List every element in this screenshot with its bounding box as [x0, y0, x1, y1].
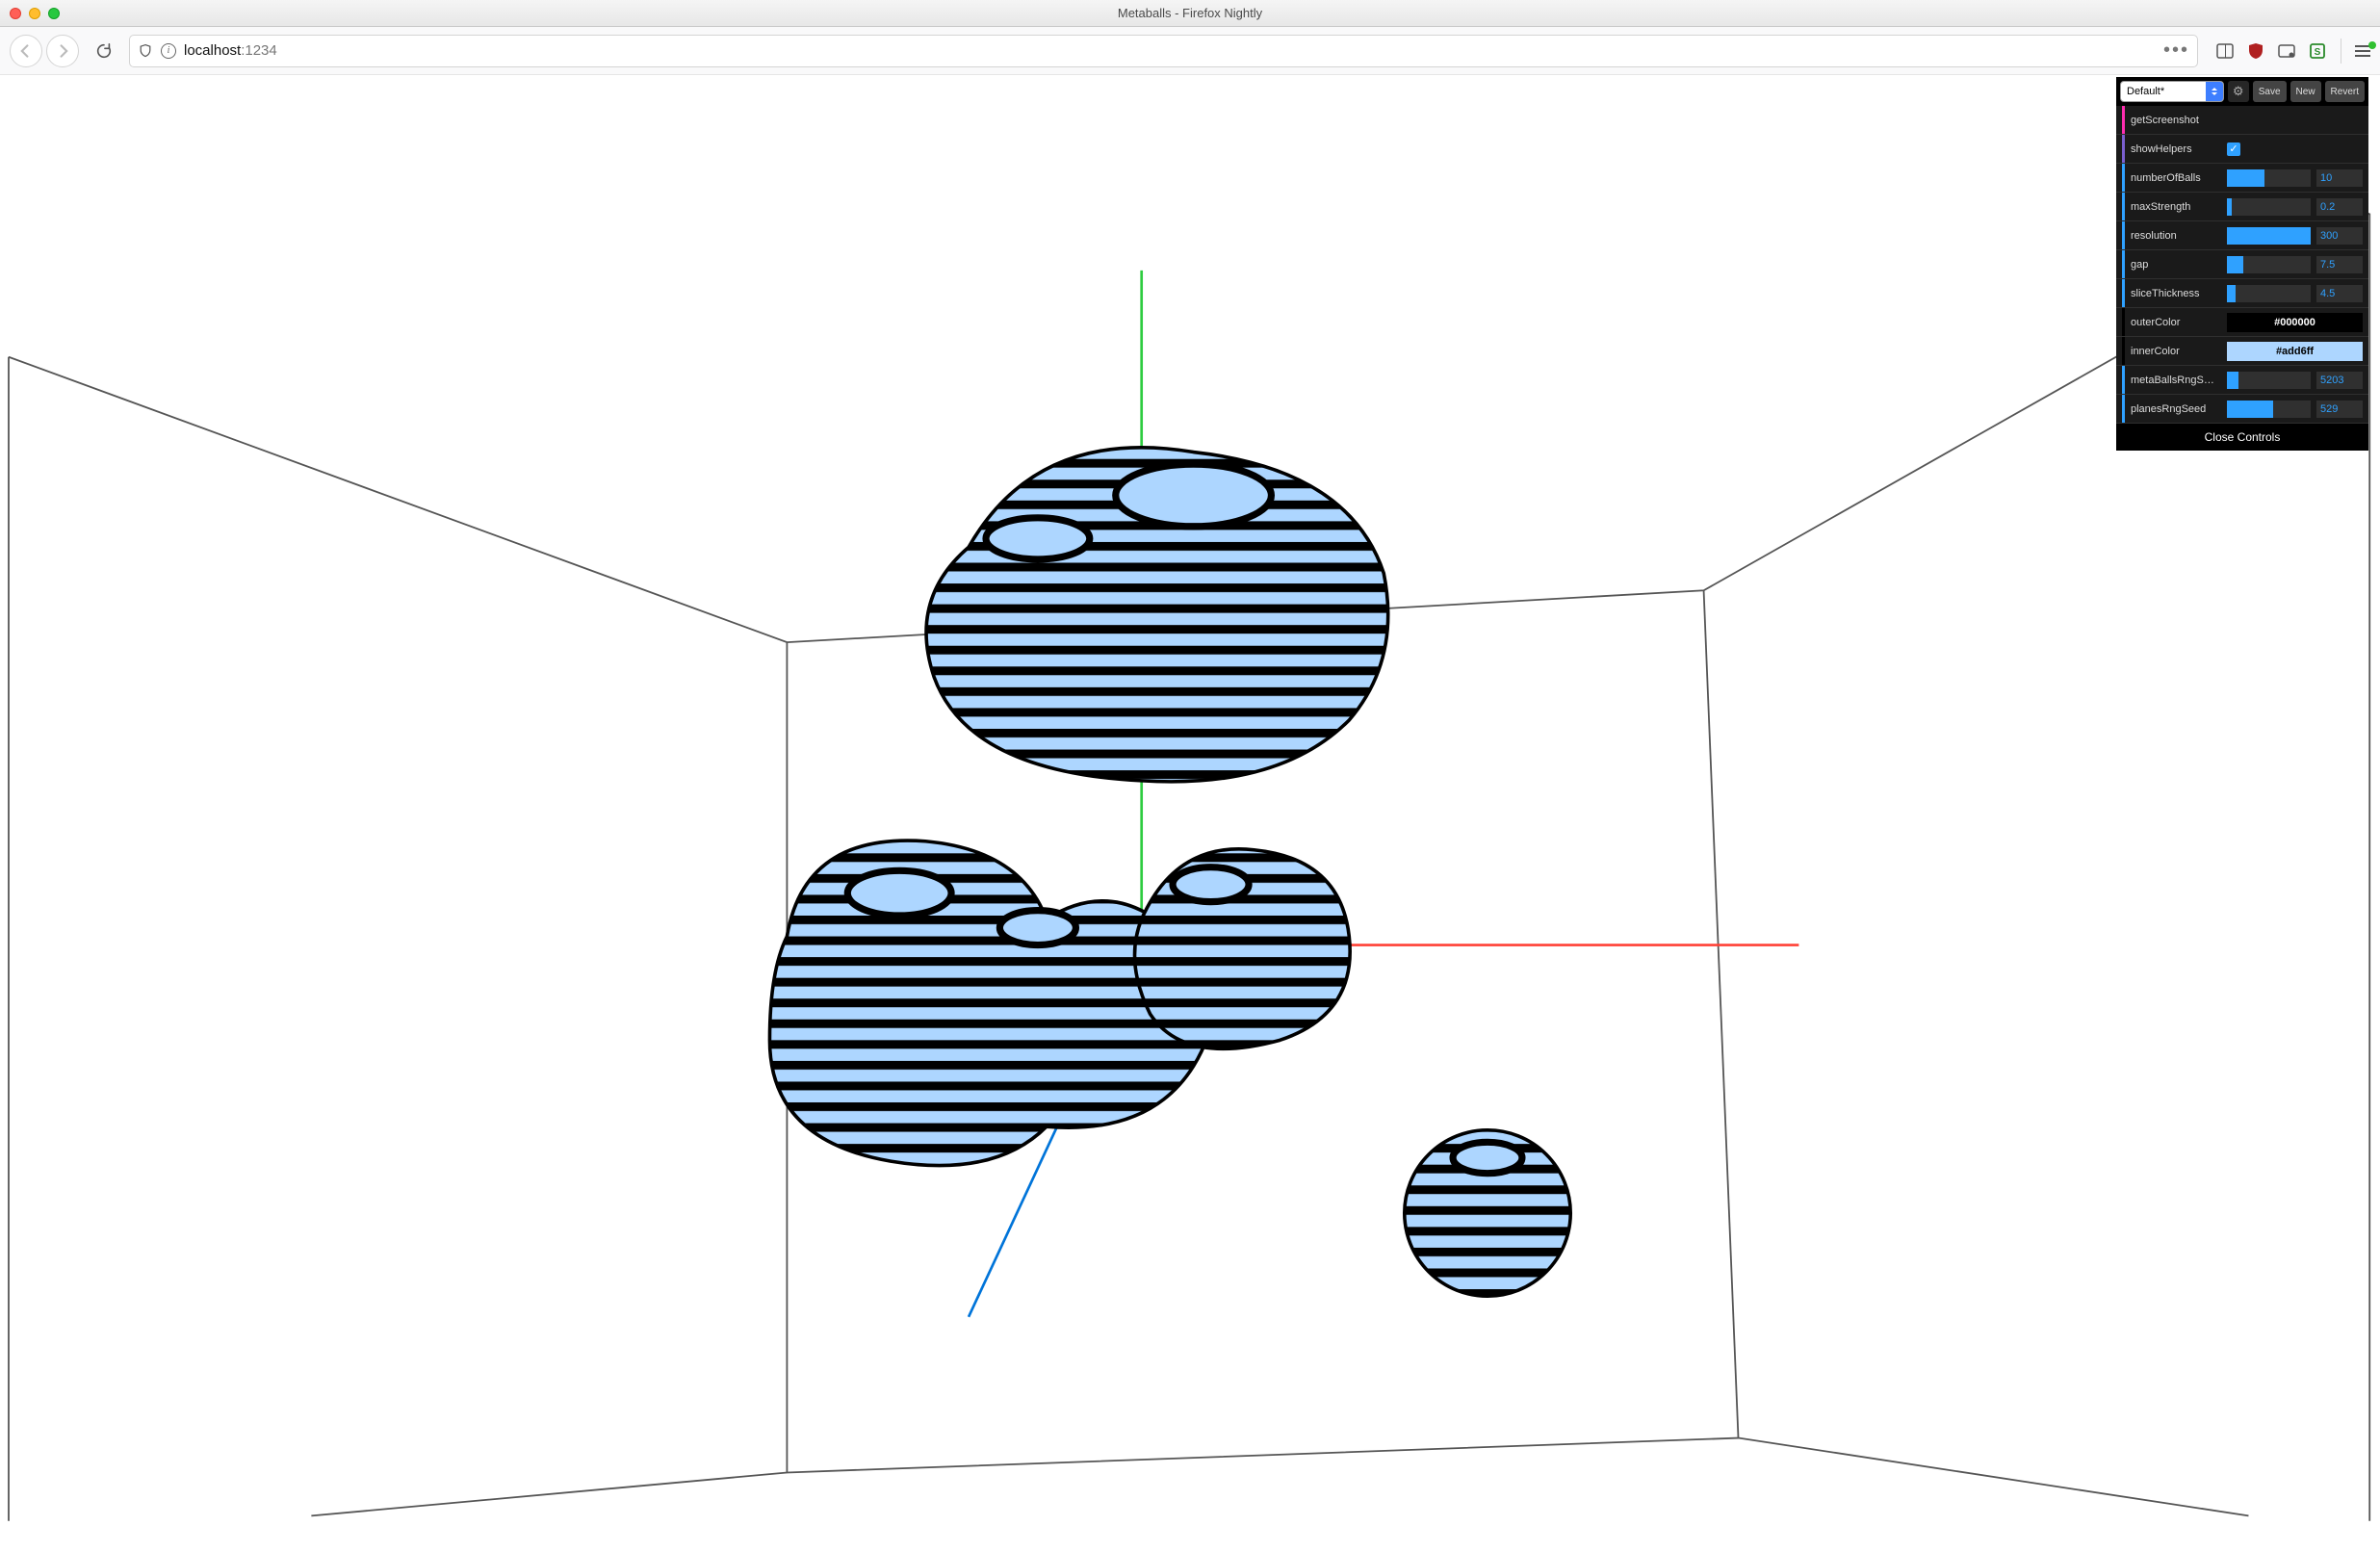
reader-mode-icon[interactable] — [2215, 41, 2235, 61]
control-getScreenshot[interactable]: getScreenshot — [2116, 106, 2368, 135]
value-input[interactable]: 300 — [2316, 227, 2363, 245]
revert-button[interactable]: Revert — [2325, 81, 2365, 102]
ublock-icon[interactable] — [2246, 41, 2265, 61]
checkbox-checked-icon[interactable]: ✓ — [2227, 142, 2240, 156]
control-innerColor[interactable]: innerColor #add6ff — [2116, 337, 2368, 366]
window-titlebar: Metaballs - Firefox Nightly — [0, 0, 2380, 27]
save-button[interactable]: Save — [2253, 81, 2287, 102]
slider[interactable] — [2227, 256, 2311, 273]
app-menu-button[interactable] — [2355, 45, 2370, 57]
slider[interactable] — [2227, 198, 2311, 216]
control-gap[interactable]: gap 7.5 — [2116, 250, 2368, 279]
url-text: localhost:1234 — [184, 42, 277, 59]
close-controls-button[interactable]: Close Controls — [2116, 424, 2368, 451]
arrow-left-icon — [19, 44, 33, 58]
control-planesRngSeed[interactable]: planesRngSeed 529 — [2116, 395, 2368, 424]
value-input[interactable]: 529 — [2316, 401, 2363, 418]
value-input[interactable]: 7.5 — [2316, 256, 2363, 273]
svg-text:S: S — [2315, 47, 2321, 58]
axes-helper — [969, 271, 1798, 1317]
preset-select[interactable]: Default* — [2120, 81, 2224, 102]
window-title: Metaballs - Firefox Nightly — [0, 6, 2380, 20]
value-input[interactable]: 4.5 — [2316, 285, 2363, 302]
color-swatch[interactable]: #000000 — [2227, 313, 2363, 332]
settings-button[interactable]: ⚙ — [2228, 81, 2249, 102]
arrow-right-icon — [56, 44, 69, 58]
reload-icon — [95, 42, 113, 60]
new-button[interactable]: New — [2290, 81, 2321, 102]
browser-toolbar: i localhost:1234 ••• S — [0, 27, 2380, 75]
slider[interactable] — [2227, 227, 2311, 245]
value-input[interactable]: 0.2 — [2316, 198, 2363, 216]
slider[interactable] — [2227, 372, 2311, 389]
reload-button[interactable] — [89, 36, 119, 66]
site-info-icon[interactable]: i — [161, 43, 176, 59]
back-button[interactable] — [10, 35, 42, 67]
slider[interactable] — [2227, 285, 2311, 302]
value-input[interactable]: 5203 — [2316, 372, 2363, 389]
slider[interactable] — [2227, 169, 2311, 187]
url-bar[interactable]: i localhost:1234 ••• — [129, 35, 2198, 67]
metaballs-group — [769, 448, 1570, 1296]
datgui-panel: Default* ⚙ Save New Revert getScreenshot… — [2116, 77, 2368, 451]
slider[interactable] — [2227, 401, 2311, 418]
tracking-protection-icon — [138, 43, 153, 59]
control-maxStrength[interactable]: maxStrength 0.2 — [2116, 193, 2368, 221]
control-outerColor[interactable]: outerColor #000000 — [2116, 308, 2368, 337]
color-swatch[interactable]: #add6ff — [2227, 342, 2363, 361]
control-showHelpers[interactable]: showHelpers ✓ — [2116, 135, 2368, 164]
webgl-canvas[interactable] — [0, 75, 2380, 1552]
update-indicator-icon — [2368, 41, 2376, 49]
control-numberOfBalls[interactable]: numberOfBalls 10 — [2116, 164, 2368, 193]
gear-icon: ⚙ — [2233, 84, 2244, 99]
control-resolution[interactable]: resolution 300 — [2116, 221, 2368, 250]
extension-icon-1[interactable] — [2277, 41, 2296, 61]
control-metaBallsRngSeed[interactable]: metaBallsRngS… 5203 — [2116, 366, 2368, 395]
value-input[interactable]: 10 — [2316, 169, 2363, 187]
datgui-header: Default* ⚙ Save New Revert — [2116, 77, 2368, 106]
control-sliceThickness[interactable]: sliceThickness 4.5 — [2116, 279, 2368, 308]
page-actions-button[interactable]: ••• — [2163, 39, 2189, 62]
forward-button[interactable] — [46, 35, 79, 67]
extension-icon-2[interactable]: S — [2308, 41, 2327, 61]
